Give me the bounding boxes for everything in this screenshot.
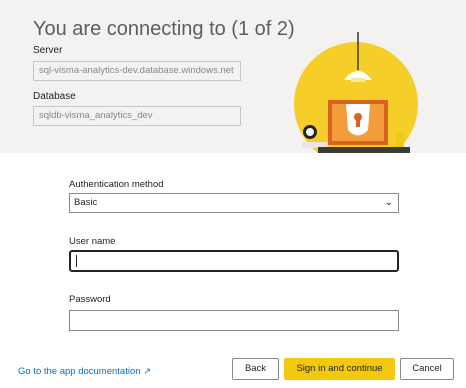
server-field: sql-visma-analytics-dev.database.windows… <box>33 61 241 81</box>
chevron-down-icon: ⌄ <box>384 197 393 208</box>
connection-header: You are connecting to (1 of 2) Server sq… <box>0 0 466 153</box>
server-label: Server <box>33 45 63 56</box>
app-documentation-link[interactable]: Go to the app documentation ↗ <box>18 366 151 377</box>
text-caret <box>76 255 77 267</box>
page-title: You are connecting to (1 of 2) <box>33 18 295 40</box>
database-label: Database <box>33 91 76 102</box>
username-input[interactable] <box>69 250 399 272</box>
password-label: Password <box>69 294 111 305</box>
database-field: sqldb-visma_analytics_dev <box>33 106 241 126</box>
password-input[interactable] <box>69 310 399 331</box>
auth-method-label: Authentication method <box>69 179 164 190</box>
auth-method-value: Basic <box>74 197 98 208</box>
doc-link-label: Go to the app documentation <box>18 366 141 377</box>
back-button[interactable]: Back <box>232 358 279 380</box>
sign-in-button[interactable]: Sign in and continue <box>284 358 395 380</box>
secure-connection-illustration <box>294 32 418 153</box>
external-link-icon: ↗ <box>143 366 152 376</box>
cancel-button[interactable]: Cancel <box>400 358 454 380</box>
username-label: User name <box>69 236 116 247</box>
auth-method-select[interactable]: Basic ⌄ <box>69 193 399 213</box>
